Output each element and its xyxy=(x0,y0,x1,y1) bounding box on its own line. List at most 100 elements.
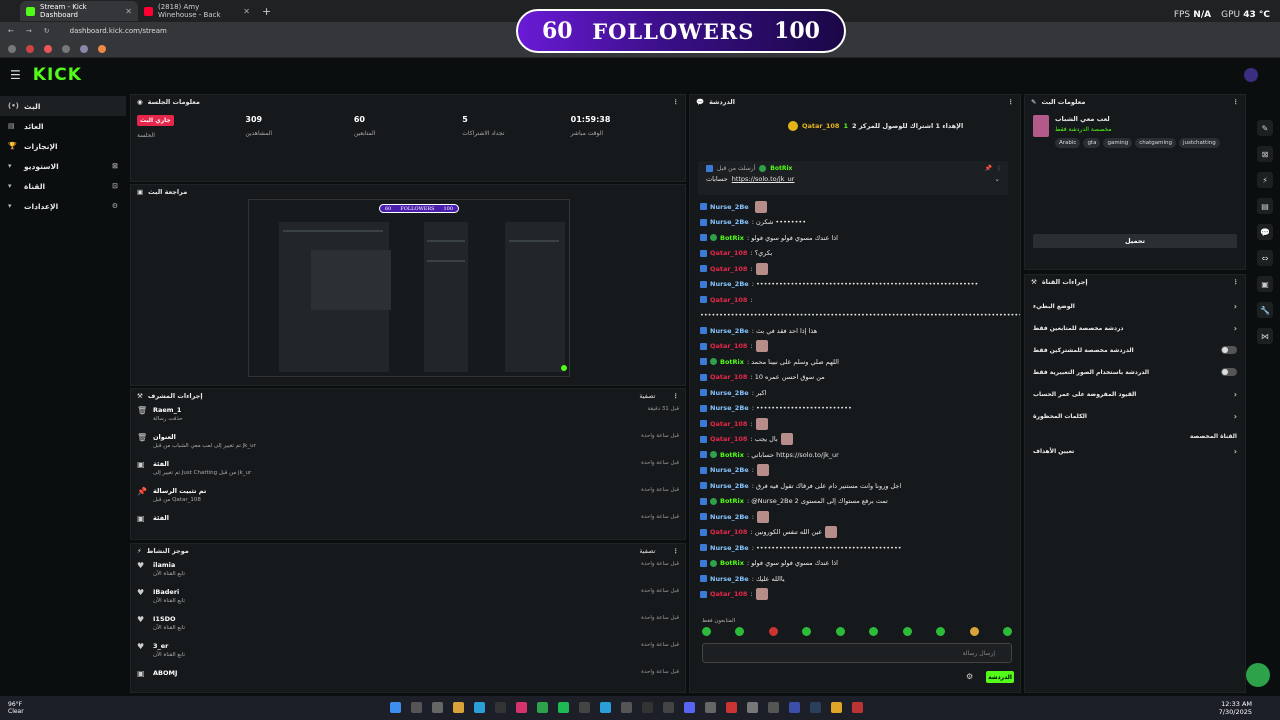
chat-message[interactable]: Nurse_2Be: ••••••••••••••••••••••••• xyxy=(690,401,1020,417)
window-icon[interactable]: ▣ xyxy=(1257,276,1273,292)
app-icon[interactable] xyxy=(768,702,779,713)
weather-widget[interactable]: 96°F Clear xyxy=(8,701,24,715)
spotify-icon[interactable] xyxy=(558,702,569,713)
close-icon[interactable]: ✕ xyxy=(243,7,250,16)
emote-icon[interactable] xyxy=(902,627,912,636)
url-field[interactable]: dashboard.kick.com/stream xyxy=(70,27,167,35)
chat-username[interactable]: Qatar_108 xyxy=(710,373,747,381)
edge-icon[interactable] xyxy=(474,702,485,713)
chat-message[interactable]: BotRix: اذا عندك مسوي فولو سوي فولو xyxy=(690,230,1020,246)
search-icon[interactable] xyxy=(411,702,422,713)
set-goals-row[interactable]: تعيين الأهداف › xyxy=(1025,440,1245,462)
chat-icon[interactable]: 💬 xyxy=(1257,224,1273,240)
chat-message[interactable]: Nurse_2Be: اجل ورونا وانت مستنير دام على… xyxy=(690,478,1020,494)
sidebar-item-stream[interactable]: (•) البث xyxy=(0,96,126,116)
chrome-icon[interactable] xyxy=(831,702,842,713)
emote-icon[interactable] xyxy=(735,627,745,636)
bookmark-icon[interactable] xyxy=(80,44,88,53)
instagram-icon[interactable] xyxy=(516,702,527,713)
menu-icon[interactable]: ☰ xyxy=(10,68,21,82)
chat-message[interactable]: Qatar_108: بال يجب xyxy=(690,432,1020,448)
bookmark-icon[interactable] xyxy=(98,44,106,53)
chevron-down-icon[interactable]: ⌄ xyxy=(995,175,1000,183)
emote-icon[interactable] xyxy=(768,627,778,636)
chat-username[interactable]: Nurse_2Be xyxy=(710,218,749,226)
subscribers-only-toggle[interactable] xyxy=(1221,346,1237,354)
chat-username[interactable]: BotRix xyxy=(720,234,744,242)
chat-message[interactable]: Nurse_2Be: •••••••••••••••••••••••••••••… xyxy=(690,540,1020,556)
note-icon[interactable]: ▤ xyxy=(1257,198,1273,214)
pinned-link[interactable]: https://solo.to/jk_ur xyxy=(732,175,795,183)
emote-icon[interactable] xyxy=(702,627,711,636)
emote-icon[interactable] xyxy=(869,627,879,636)
chat-username[interactable]: Qatar_108 xyxy=(710,342,747,350)
discord-icon[interactable] xyxy=(684,702,695,713)
reload-icon[interactable]: ↻ xyxy=(44,27,50,35)
chat-message[interactable]: BotRix: حساباتي https://solo.to/jk_ur xyxy=(690,447,1020,463)
whatsapp-icon[interactable] xyxy=(537,702,548,713)
app-icon[interactable] xyxy=(852,702,863,713)
browser-tab-kick[interactable]: Stream - Kick Dashboard ✕ xyxy=(20,1,138,21)
epic-icon[interactable] xyxy=(621,702,632,713)
emote-icon[interactable] xyxy=(936,627,946,636)
grid-icon[interactable]: ⊠ xyxy=(1257,146,1273,162)
bookmark-icon[interactable] xyxy=(44,44,52,53)
more-icon[interactable]: ⋮ xyxy=(673,392,680,400)
chat-username[interactable]: Nurse_2Be xyxy=(710,575,749,583)
app-icon[interactable] xyxy=(747,702,758,713)
sidebar-item-channel[interactable]: ▾ القناة ⊡ xyxy=(0,176,126,196)
chat-message[interactable]: Nurse_2Be: ياالله عليك xyxy=(690,571,1020,587)
more-icon[interactable]: ⋮ xyxy=(673,98,680,106)
chat-message[interactable]: Qatar_108: xyxy=(690,292,1020,308)
stream-preview[interactable]: 60 FOLLOWERS 100 xyxy=(248,199,570,377)
chat-username[interactable]: Nurse_2Be xyxy=(710,389,749,397)
chat-message[interactable]: BotRix: @Nurse_2Be 2 تمت برفع مستواك إلى… xyxy=(690,494,1020,510)
chat-username[interactable]: Qatar_108 xyxy=(710,265,747,273)
chat-username[interactable]: BotRix xyxy=(720,559,744,567)
chat-message[interactable]: Qatar_108: من سوق احسن عمره 10 xyxy=(690,370,1020,386)
emotes-only-toggle[interactable] xyxy=(1221,368,1237,376)
chat-username[interactable]: Qatar_108 xyxy=(710,249,747,257)
chat-username[interactable]: BotRix xyxy=(720,451,744,459)
bolt-icon[interactable]: ⚡ xyxy=(1257,172,1273,188)
sidebar-item-achievements[interactable]: 🏆 الإنجازات xyxy=(0,136,126,156)
chat-username[interactable]: Nurse_2Be xyxy=(710,404,749,412)
windows-start-icon[interactable] xyxy=(390,702,401,713)
send-chat-button[interactable]: الدردشة xyxy=(986,671,1014,683)
emote-icon[interactable] xyxy=(802,627,812,636)
chat-message[interactable]: Nurse_2Be: هذا إذا احد فقد في بث xyxy=(690,323,1020,339)
gear-icon[interactable]: ⚙ xyxy=(966,672,973,681)
app-icon[interactable] xyxy=(726,702,737,713)
chat-message[interactable]: BotRix: اذا عندك مسوي فولو سوي فولو xyxy=(690,556,1020,572)
chat-message[interactable]: Qatar_108: xyxy=(690,416,1020,432)
chat-message[interactable]: Nurse_2Be: xyxy=(690,509,1020,525)
followers-only-row[interactable]: دردشة مخصصة للمتابعين فقط › xyxy=(1025,317,1245,339)
chat-message[interactable]: Qatar_108: xyxy=(690,261,1020,277)
sidebar-item-revenue[interactable]: ▤ العائد xyxy=(0,116,126,136)
taskview-icon[interactable] xyxy=(432,702,443,713)
chat-input[interactable]: إرسال رسالة xyxy=(702,643,1012,663)
sidebar-item-settings[interactable]: ▾ الإعدادات ⚙ xyxy=(0,196,126,216)
chat-username[interactable]: Nurse_2Be xyxy=(710,544,749,552)
more-icon[interactable]: ⋮ xyxy=(1008,98,1015,106)
account-age-row[interactable]: القيود المفروضة على عمر الحساب › xyxy=(1025,383,1245,405)
app-icon[interactable] xyxy=(705,702,716,713)
chat-message[interactable]: Qatar_108: xyxy=(690,339,1020,355)
chat-username[interactable]: Nurse_2Be xyxy=(710,513,749,521)
chat-message[interactable]: Qatar_108: عين الله تنفس الكورونين xyxy=(690,525,1020,541)
chat-username[interactable]: Nurse_2Be xyxy=(710,203,749,211)
edit-stream-button[interactable]: تحميل xyxy=(1033,234,1237,248)
bookmark-icon[interactable] xyxy=(8,44,16,53)
camera-icon[interactable] xyxy=(495,702,506,713)
share-icon[interactable]: ⋈ xyxy=(1257,328,1273,344)
back-icon[interactable]: ← xyxy=(8,27,14,35)
more-icon[interactable]: ⋮ xyxy=(673,547,680,555)
more-icon[interactable]: ⋮ xyxy=(1233,278,1240,286)
chat-username[interactable]: Nurse_2Be xyxy=(710,482,749,490)
system-clock[interactable]: 12:33 AM 7/30/2025 xyxy=(1219,700,1252,716)
telegram-icon[interactable] xyxy=(600,702,611,713)
support-chat-button[interactable] xyxy=(1246,663,1270,687)
app-icon[interactable] xyxy=(663,702,674,713)
pin-icon[interactable]: 📌 xyxy=(985,165,992,172)
chat-message[interactable]: Nurse_2Be: اكبر xyxy=(690,385,1020,401)
